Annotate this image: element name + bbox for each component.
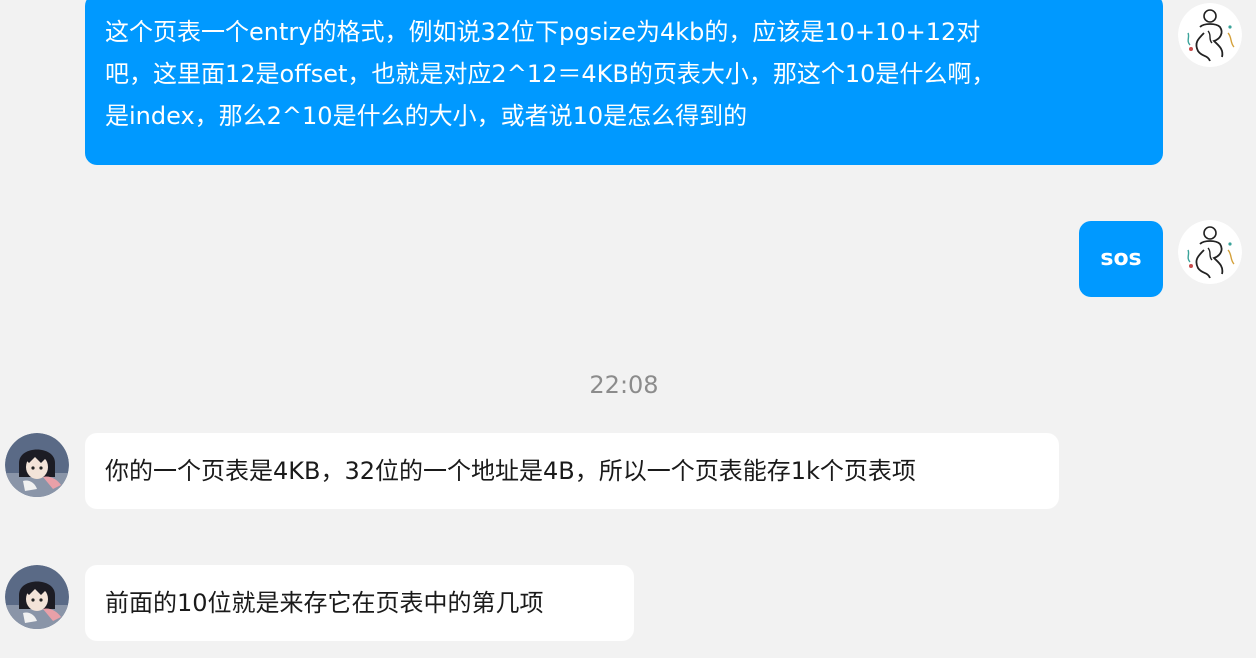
peer-avatar[interactable] [5,565,69,629]
chat-message-area: 这个页表一个entry的格式，例如说32位下pgsize为4kb的，应该是10+… [0,0,1256,658]
message-text-line: 吧，这里面12是offset，也就是对应2^12＝4KB的页表大小，那这个10是… [105,60,996,88]
message-text: 你的一个页表是4KB，32位的一个地址是4B，所以一个页表能存1k个页表项 [105,457,916,485]
incoming-message-bubble[interactable]: 前面的10位就是来存它在页表中的第几项 [85,565,634,641]
sketch-figure-avatar-icon [1178,220,1242,284]
message-timestamp: 22:08 [589,371,659,399]
incoming-message-bubble[interactable]: 你的一个页表是4KB，32位的一个地址是4B，所以一个页表能存1k个页表项 [85,433,1059,509]
outgoing-message-bubble[interactable]: sos [1079,221,1163,297]
message-text-line: 是index，那么2^10是什么的大小，或者说10是怎么得到的 [105,102,748,130]
message-text: 前面的10位就是来存它在页表中的第几项 [105,589,544,617]
message-text: sos [1100,246,1142,271]
anime-girl-avatar-icon [5,565,69,629]
sketch-figure-avatar-icon [1178,3,1242,67]
my-avatar[interactable] [1178,3,1242,67]
message-text-line: 这个页表一个entry的格式，例如说32位下pgsize为4kb的，应该是10+… [105,18,981,46]
peer-avatar[interactable] [5,433,69,497]
my-avatar[interactable] [1178,220,1242,284]
anime-girl-avatar-icon [5,433,69,497]
outgoing-message-bubble[interactable]: 这个页表一个entry的格式，例如说32位下pgsize为4kb的，应该是10+… [85,0,1163,165]
